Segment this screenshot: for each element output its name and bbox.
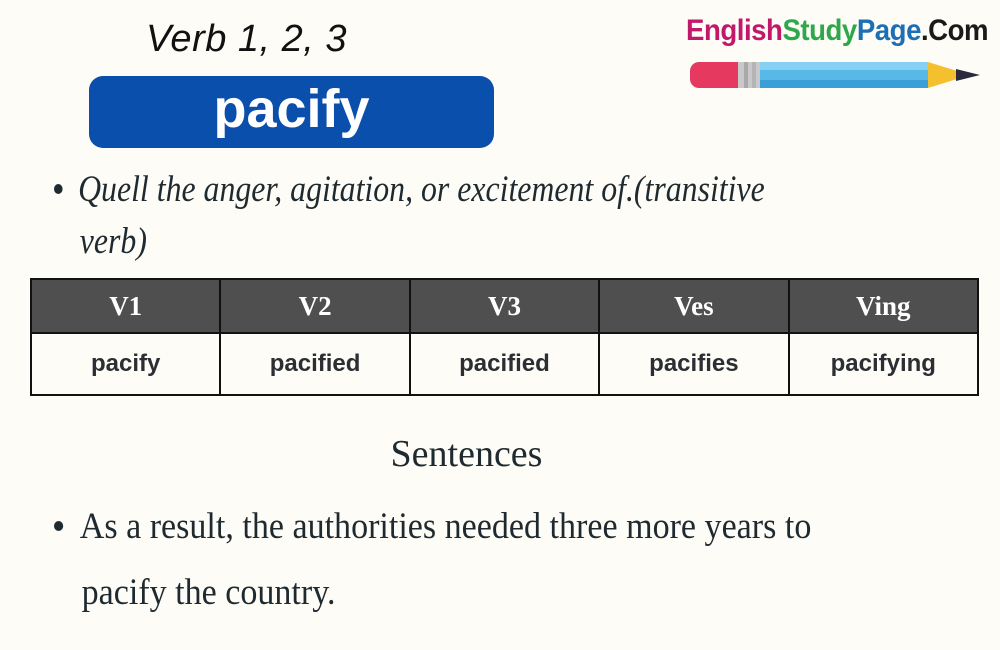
pencil-icon — [690, 62, 980, 88]
sentences-heading: Sentences — [390, 433, 543, 475]
cell-v3: pacified — [408, 332, 601, 396]
page-subtitle: Verb 1, 2, 3 — [146, 18, 348, 60]
logo-part-page: Page — [856, 14, 922, 47]
example-sentence: As a result, the authorities needed thre… — [54, 494, 882, 626]
header-v2: V2 — [219, 278, 411, 334]
logo-part-com: .Com — [920, 14, 989, 47]
site-logo[interactable]: EnglishStudyPage.Com — [686, 14, 991, 94]
verb-title-banner: pacify — [89, 76, 494, 148]
definition-line-2: verb) — [79, 221, 147, 262]
header-v3: V3 — [408, 278, 601, 334]
cell-v1: pacify — [29, 332, 222, 396]
bullet-icon — [54, 183, 63, 194]
logo-part-study: Study — [782, 14, 857, 47]
logo-text: EnglishStudyPage.Com — [686, 14, 989, 48]
cell-ving: pacifying — [787, 332, 980, 396]
definition-line-1: Quell the anger, agitation, or excitemen… — [78, 169, 765, 210]
table-header-row: V1 V2 V3 Ves Ving — [29, 278, 980, 334]
cell-ves: pacifies — [598, 332, 790, 396]
header-v1: V1 — [29, 278, 222, 334]
bullet-icon — [54, 520, 64, 531]
header-ving: Ving — [787, 278, 980, 334]
verb-title: pacify — [213, 79, 370, 139]
header-ves: Ves — [598, 278, 790, 334]
sentence-line-2: pacify the country. — [81, 572, 336, 613]
logo-part-english: English — [686, 14, 783, 47]
sentence-line-1: As a result, the authorities needed thre… — [79, 506, 812, 547]
table-row: pacify pacified pacified pacifies pacify… — [29, 332, 980, 396]
verb-forms-table: V1 V2 V3 Ves Ving pacify pacified pacifi… — [29, 278, 980, 396]
definition: Quell the anger, agitation, or excitemen… — [54, 164, 811, 268]
cell-v2: pacified — [219, 332, 411, 396]
